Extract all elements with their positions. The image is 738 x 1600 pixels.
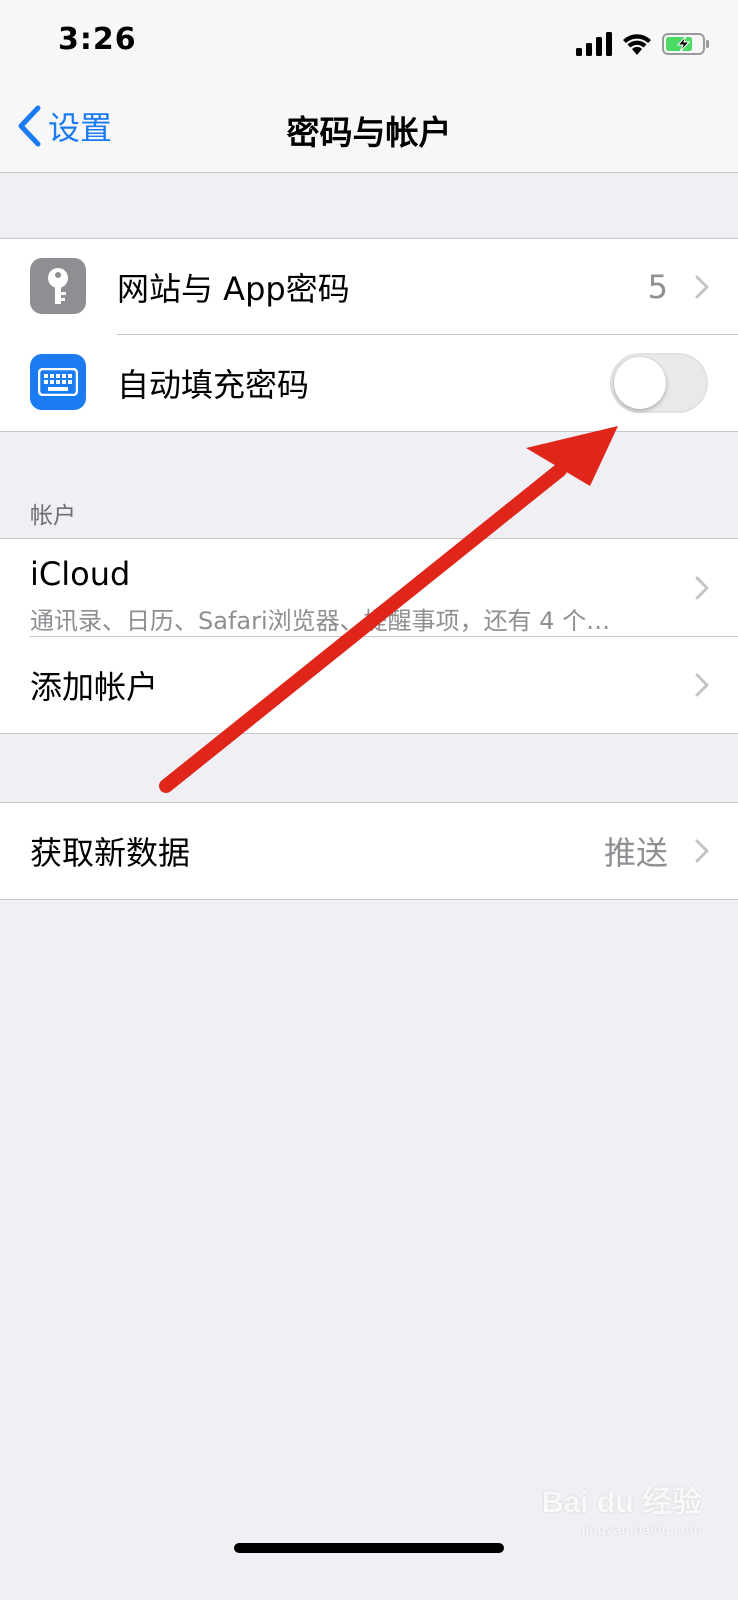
accounts-section-header: 帐户 xyxy=(30,503,76,529)
icloud-account-row[interactable]: iCloud 通讯录、日历、Safari浏览器、提醒事项，还有 4 个… xyxy=(0,539,738,637)
add-account-label: 添加帐户 xyxy=(30,668,159,706)
watermark: Bai du 经验 jingyan.baidu.com xyxy=(542,1477,702,1538)
autofill-passwords-toggle[interactable] xyxy=(610,353,708,413)
fetch-new-data-label: 获取新数据 xyxy=(30,834,191,872)
home-indicator[interactable] xyxy=(234,1543,504,1553)
autofill-passwords-label: 自动填充密码 xyxy=(117,366,310,404)
accounts-group: iCloud 通讯录、日历、Safari浏览器、提醒事项，还有 4 个… 添加帐… xyxy=(0,538,738,734)
icloud-subtitle: 通讯录、日历、Safari浏览器、提醒事项，还有 4 个… xyxy=(30,607,611,635)
chevron-right-icon xyxy=(695,839,709,863)
website-app-passwords-row[interactable]: 网站与 App密码 5 xyxy=(0,239,738,335)
chevron-right-icon xyxy=(695,673,709,697)
status-time: 3:26 xyxy=(58,22,137,57)
passwords-group: 网站与 App密码 5 自动填充密码 xyxy=(0,238,738,432)
icloud-title: iCloud xyxy=(30,555,131,593)
keyboard-icon xyxy=(30,354,86,410)
fetch-group: 获取新数据 推送 xyxy=(0,802,738,900)
fetch-new-data-row[interactable]: 获取新数据 推送 xyxy=(0,803,738,899)
add-account-row[interactable]: 添加帐户 xyxy=(0,637,738,733)
status-icons xyxy=(576,28,710,60)
status-bar: 3:26 xyxy=(0,0,738,80)
toggle-knob xyxy=(614,357,666,409)
chevron-right-icon xyxy=(695,576,709,600)
wifi-icon xyxy=(623,34,651,55)
fetch-new-data-value: 推送 xyxy=(603,834,668,872)
passwords-count: 5 xyxy=(647,268,668,306)
autofill-passwords-row: 自动填充密码 xyxy=(0,335,738,431)
cellular-signal-icon xyxy=(576,32,612,56)
navigation-bar: 设置 密码与帐户 xyxy=(0,80,738,173)
key-icon xyxy=(30,258,86,314)
watermark-logo: Bai du 经验 xyxy=(541,1486,702,1519)
website-app-passwords-label: 网站与 App密码 xyxy=(117,270,350,308)
battery-charging-icon xyxy=(662,33,709,55)
page-title: 密码与帐户 xyxy=(286,113,452,152)
chevron-right-icon xyxy=(695,275,709,299)
watermark-url: jingyan.baidu.com xyxy=(582,1523,702,1538)
